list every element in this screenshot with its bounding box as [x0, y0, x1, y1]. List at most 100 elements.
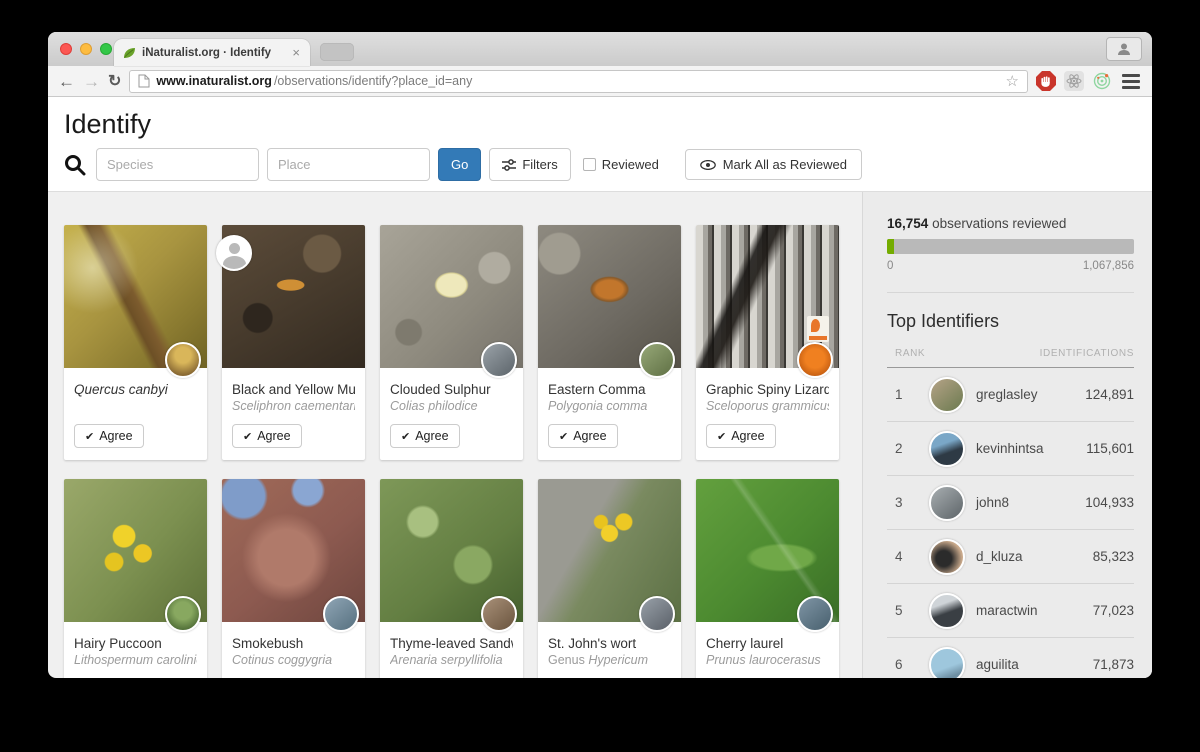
observation-photo[interactable]	[380, 479, 523, 622]
observation-card[interactable]: Quercus canbyi ✔Agree	[64, 225, 207, 460]
observation-photo[interactable]	[538, 479, 681, 622]
observation-card[interactable]: Black and Yellow Mud Dauber Sceliphron c…	[222, 225, 365, 460]
identifier-username[interactable]: greglasley	[976, 387, 1085, 402]
identifier-rank: 5	[895, 603, 929, 618]
observation-photo[interactable]	[696, 225, 839, 368]
browser-menu-icon[interactable]	[1120, 72, 1142, 91]
species-input[interactable]	[96, 148, 259, 181]
go-button[interactable]: Go	[438, 148, 481, 181]
identifier-row: 5 maractwin 77,023	[887, 584, 1134, 638]
observation-card[interactable]: St. John's wort Genus Hypericum ✔Agree	[538, 479, 681, 678]
identifier-username[interactable]: aguilita	[976, 657, 1093, 672]
observation-photo[interactable]	[64, 479, 207, 622]
identifier-avatar[interactable]	[929, 377, 965, 413]
identifier-username[interactable]: d_kluza	[976, 549, 1093, 564]
identifier-username[interactable]: john8	[976, 495, 1085, 510]
agree-button[interactable]: ✔Agree	[74, 424, 144, 448]
address-bar[interactable]: www.inaturalist.org /observations/identi…	[129, 70, 1028, 93]
taxon-name[interactable]: Eastern Comma	[548, 382, 671, 397]
observations-grid: Quercus canbyi ✔Agree Black and Yellow M…	[64, 225, 862, 678]
observation-photo[interactable]	[222, 225, 365, 368]
tab-strip: iNaturalist.org · Identify ×	[48, 32, 1152, 66]
target-extension-icon[interactable]	[1092, 71, 1112, 91]
observation-card[interactable]: Clouded Sulphur Colias philodice ✔Agree	[380, 225, 523, 460]
taxon-name[interactable]: Smokebush	[232, 636, 355, 651]
new-tab-button[interactable]	[320, 43, 354, 61]
check-icon: ✔	[401, 430, 410, 443]
mark-all-reviewed-button[interactable]: Mark All as Reviewed	[685, 149, 862, 180]
observation-card[interactable]: Eastern Comma Polygonia comma ✔Agree	[538, 225, 681, 460]
observation-photo[interactable]	[222, 479, 365, 622]
taxon-name[interactable]: Quercus canbyi	[74, 382, 197, 397]
observation-card[interactable]: Cherry laurel Prunus laurocerasus ✔Agree	[696, 479, 839, 678]
identifier-row: 3 john8 104,933	[887, 476, 1134, 530]
atom-extension-icon[interactable]	[1064, 71, 1084, 91]
reviewed-stats: 16,754 observations reviewed	[887, 216, 1134, 231]
identifier-avatar[interactable]	[929, 485, 965, 521]
taxon-name[interactable]: Thyme-leaved Sandwort	[390, 636, 513, 651]
observer-avatar	[481, 342, 517, 378]
close-window-button[interactable]	[60, 43, 72, 55]
observation-card[interactable]: Hairy Puccoon Lithospermum caroliniense …	[64, 479, 207, 678]
adblock-extension-icon[interactable]	[1036, 71, 1056, 91]
identifier-username[interactable]: kevinhintsa	[976, 441, 1086, 456]
agree-button[interactable]: ✔Agree	[706, 424, 776, 448]
reviewed-progress-bar	[887, 239, 1134, 254]
taxon-name[interactable]: Hairy Puccoon	[74, 636, 197, 651]
close-tab-icon[interactable]: ×	[290, 45, 302, 60]
mark-all-reviewed-label: Mark All as Reviewed	[723, 157, 847, 172]
filters-button[interactable]: Filters	[489, 148, 570, 181]
reload-icon[interactable]: ↻	[108, 71, 121, 91]
inaturalist-leaf-favicon	[122, 46, 136, 60]
identifier-avatar[interactable]	[929, 431, 965, 467]
browser-tab[interactable]: iNaturalist.org · Identify ×	[114, 39, 310, 66]
taxon-scientific-name: Arenaria serpyllifolia	[390, 653, 513, 669]
agree-button[interactable]: ✔Agree	[390, 424, 460, 448]
observer-avatar	[165, 596, 201, 632]
taxon-name[interactable]: St. John's wort	[548, 636, 671, 651]
bookmark-star-icon[interactable]: ☆	[1006, 72, 1019, 90]
back-icon[interactable]: ←	[58, 73, 75, 90]
url-path: /observations/identify?place_id=any	[274, 74, 472, 88]
observation-card[interactable]: Thyme-leaved Sandwort Arenaria serpyllif…	[380, 479, 523, 678]
zoom-window-button[interactable]	[100, 43, 112, 55]
taxon-name[interactable]: Clouded Sulphur	[390, 382, 513, 397]
identifier-count: 71,873	[1093, 657, 1134, 672]
identifier-rank: 6	[895, 657, 929, 672]
identifier-username[interactable]: maractwin	[976, 603, 1093, 618]
identifier-avatar[interactable]	[929, 647, 965, 679]
check-icon: ✔	[85, 430, 94, 443]
observation-photo[interactable]	[64, 225, 207, 368]
reviewed-checkbox[interactable]	[583, 158, 596, 171]
identifier-row: 1 greglasley 124,891	[887, 368, 1134, 422]
identifier-avatar[interactable]	[929, 593, 965, 629]
forward-icon: →	[83, 73, 100, 90]
taxon-name[interactable]: Cherry laurel	[706, 636, 829, 651]
observation-card[interactable]: Graphic Spiny Lizard Sceloporus grammicu…	[696, 225, 839, 460]
url-domain: www.inaturalist.org	[156, 74, 272, 88]
observer-avatar	[165, 342, 201, 378]
sidebar-divider	[887, 292, 1134, 293]
page-icon	[138, 74, 150, 88]
observations-grid-area: Quercus canbyi ✔Agree Black and Yellow M…	[48, 192, 862, 678]
check-icon: ✔	[717, 430, 726, 443]
taxon-name[interactable]: Graphic Spiny Lizard	[706, 382, 829, 397]
identifier-avatar[interactable]	[929, 539, 965, 575]
agree-button[interactable]: ✔Agree	[232, 424, 302, 448]
browser-profile-button[interactable]	[1106, 37, 1142, 61]
progress-fill	[887, 239, 894, 254]
observation-photo[interactable]	[538, 225, 681, 368]
search-controls: Go Filters Reviewed Mark All as Reviewed	[64, 148, 862, 181]
agree-button[interactable]: ✔Agree	[548, 424, 618, 448]
taxon-name[interactable]: Black and Yellow Mud Dauber	[232, 382, 355, 397]
identifications-column-header: IDENTIFICATIONS	[1040, 348, 1134, 359]
person-icon	[1117, 42, 1131, 56]
observer-avatar	[797, 342, 833, 378]
observation-photo[interactable]	[696, 479, 839, 622]
minimize-window-button[interactable]	[80, 43, 92, 55]
place-input[interactable]	[267, 148, 430, 181]
identifier-count: 104,933	[1085, 495, 1134, 510]
identifier-rank: 4	[895, 549, 929, 564]
observation-card[interactable]: Smokebush Cotinus coggygria ✔Agree	[222, 479, 365, 678]
observation-photo[interactable]	[380, 225, 523, 368]
